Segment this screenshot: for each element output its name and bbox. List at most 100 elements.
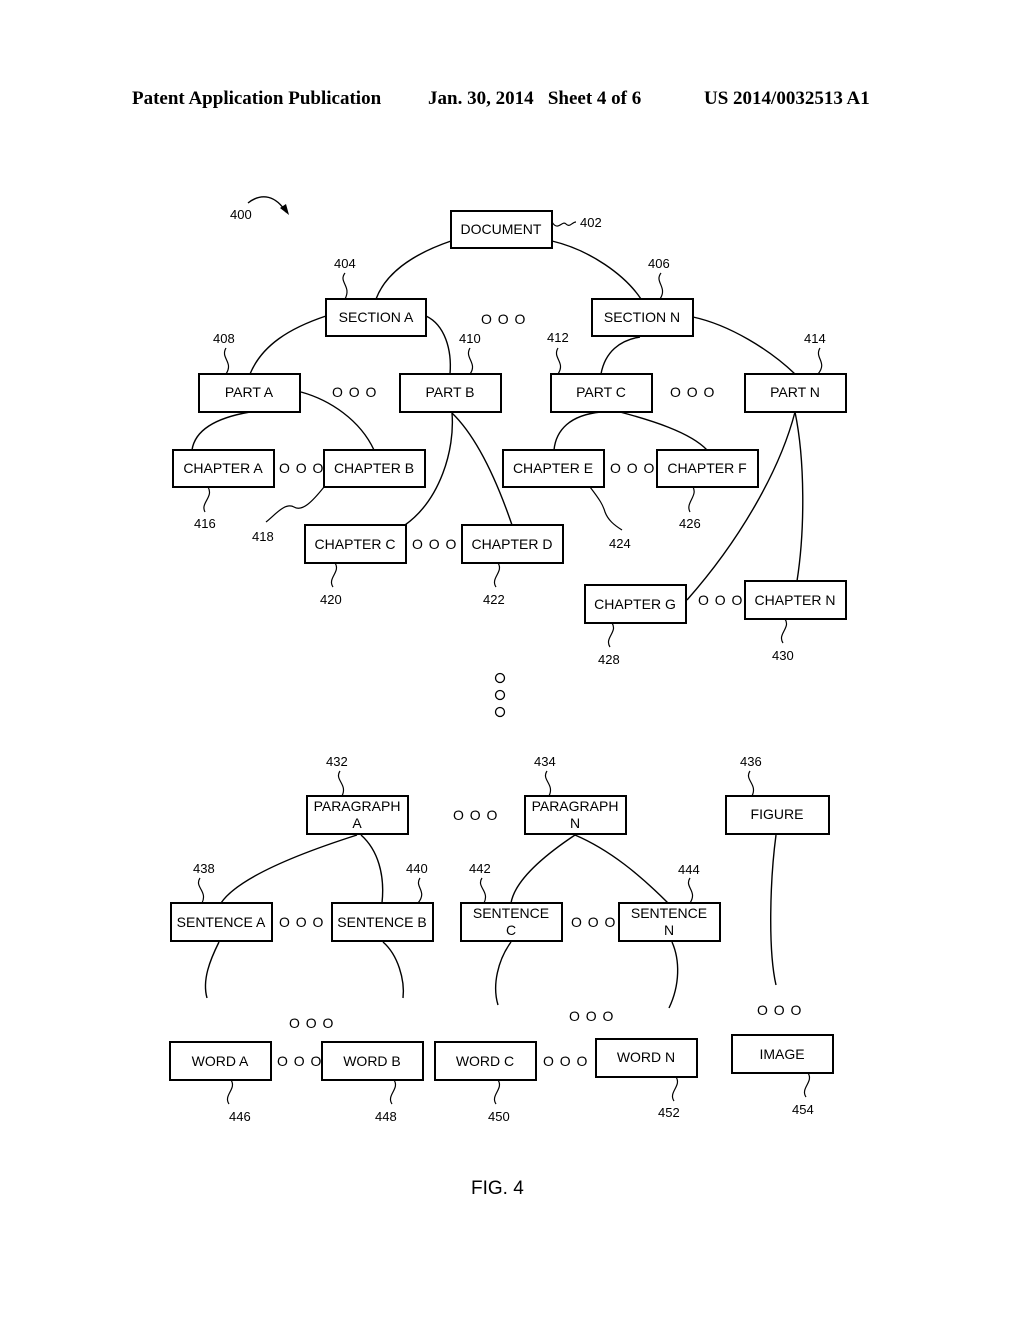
node-sentence-n: SENTENCE N <box>618 902 721 942</box>
edge-part-c-chapter-e <box>553 411 602 451</box>
node-label: CHAPTER E <box>513 460 593 476</box>
ellipsis: O O O <box>757 1002 802 1018</box>
node-label-line2: N <box>570 815 580 831</box>
ref-428: 428 <box>598 652 620 667</box>
ref-452: 452 <box>658 1105 680 1120</box>
edge-part-n-chapter-g <box>686 411 796 601</box>
lead-lines <box>198 221 823 1105</box>
ellipsis: O O O <box>453 807 498 823</box>
hierarchy-diagram: 400 DOCUMENT SECTION A SECTION N PART A … <box>169 196 847 1199</box>
node-image: IMAGE <box>731 1034 834 1074</box>
node-label: DOCUMENT <box>461 221 542 237</box>
edge-sentence-n-down <box>668 941 679 1009</box>
node-part-b: PART B <box>399 373 502 413</box>
node-sentence-c: SENTENCE C <box>460 902 563 942</box>
ref-414: 414 <box>804 331 826 346</box>
node-label: PART N <box>770 384 820 400</box>
edge-part-c-chapter-f <box>619 411 708 451</box>
ref-454: 454 <box>792 1102 814 1117</box>
node-chapter-c: CHAPTER C <box>304 524 407 564</box>
ref-448: 448 <box>375 1109 397 1124</box>
ref-416: 416 <box>194 516 216 531</box>
ref-446: 446 <box>229 1109 251 1124</box>
node-word-n: WORD N <box>595 1038 698 1078</box>
node-label: CHAPTER D <box>472 536 553 552</box>
node-label: CHAPTER A <box>183 460 263 476</box>
vertical-ellipsis <box>494 672 506 718</box>
node-label: WORD A <box>192 1053 249 1069</box>
node-chapter-a: CHAPTER A <box>172 449 275 488</box>
node-chapter-f: CHAPTER F <box>656 449 759 488</box>
ellipsis: O O O <box>543 1053 588 1069</box>
node-label-line1: PARAGRAPH <box>532 798 619 814</box>
node-part-a: PART A <box>198 373 301 413</box>
ref-406: 406 <box>648 256 670 271</box>
node-paragraph-n: PARAGRAPH N <box>524 795 627 835</box>
node-part-n: PART N <box>744 373 847 413</box>
node-label-line2: A <box>352 815 362 831</box>
ellipsis: O O O <box>289 1015 334 1031</box>
figure-ref-arrow <box>247 196 287 213</box>
node-document: DOCUMENT <box>450 210 553 249</box>
edge-sentence-c-down <box>495 941 512 1006</box>
ellipsis: O O O <box>670 384 715 400</box>
ellipsis: O O O <box>277 1053 322 1069</box>
ellipsis: O O O <box>571 914 616 930</box>
ellipsis: O O O <box>698 592 743 608</box>
node-label: CHAPTER N <box>755 592 836 608</box>
node-word-a: WORD A <box>169 1041 272 1081</box>
ref-444: 444 <box>678 862 700 877</box>
edge-section-a-part-b <box>425 315 452 375</box>
node-paragraph-a: PARAGRAPH A <box>306 795 409 835</box>
node-label: WORD N <box>617 1049 675 1065</box>
node-chapter-d: CHAPTER D <box>461 524 564 564</box>
ref-400: 400 <box>230 207 252 222</box>
ref-418: 418 <box>252 529 274 544</box>
node-label-line1: SENTENCE <box>631 905 707 921</box>
node-label-line2: C <box>506 922 516 938</box>
node-label: IMAGE <box>759 1046 804 1062</box>
node-label: SENTENCE B <box>337 914 426 930</box>
node-label: WORD B <box>343 1053 401 1069</box>
ref-442: 442 <box>469 861 491 876</box>
node-label: SECTION N <box>604 309 680 325</box>
ref-450: 450 <box>488 1109 510 1124</box>
node-sentence-a: SENTENCE A <box>170 902 273 942</box>
figure-caption: FIG. 4 <box>471 1178 524 1199</box>
edge-part-n-chapter-n <box>794 411 804 582</box>
edge-part-a-chapter-b <box>300 391 375 451</box>
edge-paragraph-a-sentence-b <box>360 834 384 904</box>
ref-430: 430 <box>772 648 794 663</box>
ellipsis: O O O <box>610 460 655 476</box>
ellipsis: O O O <box>481 311 526 327</box>
node-label: PART A <box>225 384 274 400</box>
edge-document-section-n <box>551 240 642 300</box>
ref-434: 434 <box>534 754 556 769</box>
node-label: SECTION A <box>339 309 414 325</box>
node-section-n: SECTION N <box>591 298 694 337</box>
node-label: PART B <box>425 384 474 400</box>
node-part-c: PART C <box>550 373 653 413</box>
node-word-b: WORD B <box>321 1041 424 1081</box>
node-sentence-b: SENTENCE B <box>331 902 434 942</box>
node-label: PART C <box>576 384 626 400</box>
edge-paragraph-n-sentence-n <box>574 834 669 904</box>
node-label: CHAPTER G <box>594 596 676 612</box>
ref-436: 436 <box>740 754 762 769</box>
node-label: CHAPTER F <box>667 460 746 476</box>
node-label-line2: N <box>664 922 674 938</box>
node-chapter-b: CHAPTER B <box>323 449 426 488</box>
edges <box>191 240 804 1009</box>
node-chapter-n: CHAPTER N <box>744 580 847 620</box>
node-section-a: SECTION A <box>325 298 427 337</box>
edge-sentence-b-down <box>382 941 405 999</box>
ref-410: 410 <box>459 331 481 346</box>
node-label: SENTENCE A <box>177 914 266 930</box>
ref-408: 408 <box>213 331 235 346</box>
node-label: CHAPTER C <box>315 536 396 552</box>
ref-426: 426 <box>679 516 701 531</box>
ref-420: 420 <box>320 592 342 607</box>
ref-438: 438 <box>193 861 215 876</box>
ellipsis: O O O <box>412 536 457 552</box>
node-chapter-e: CHAPTER E <box>502 449 605 488</box>
